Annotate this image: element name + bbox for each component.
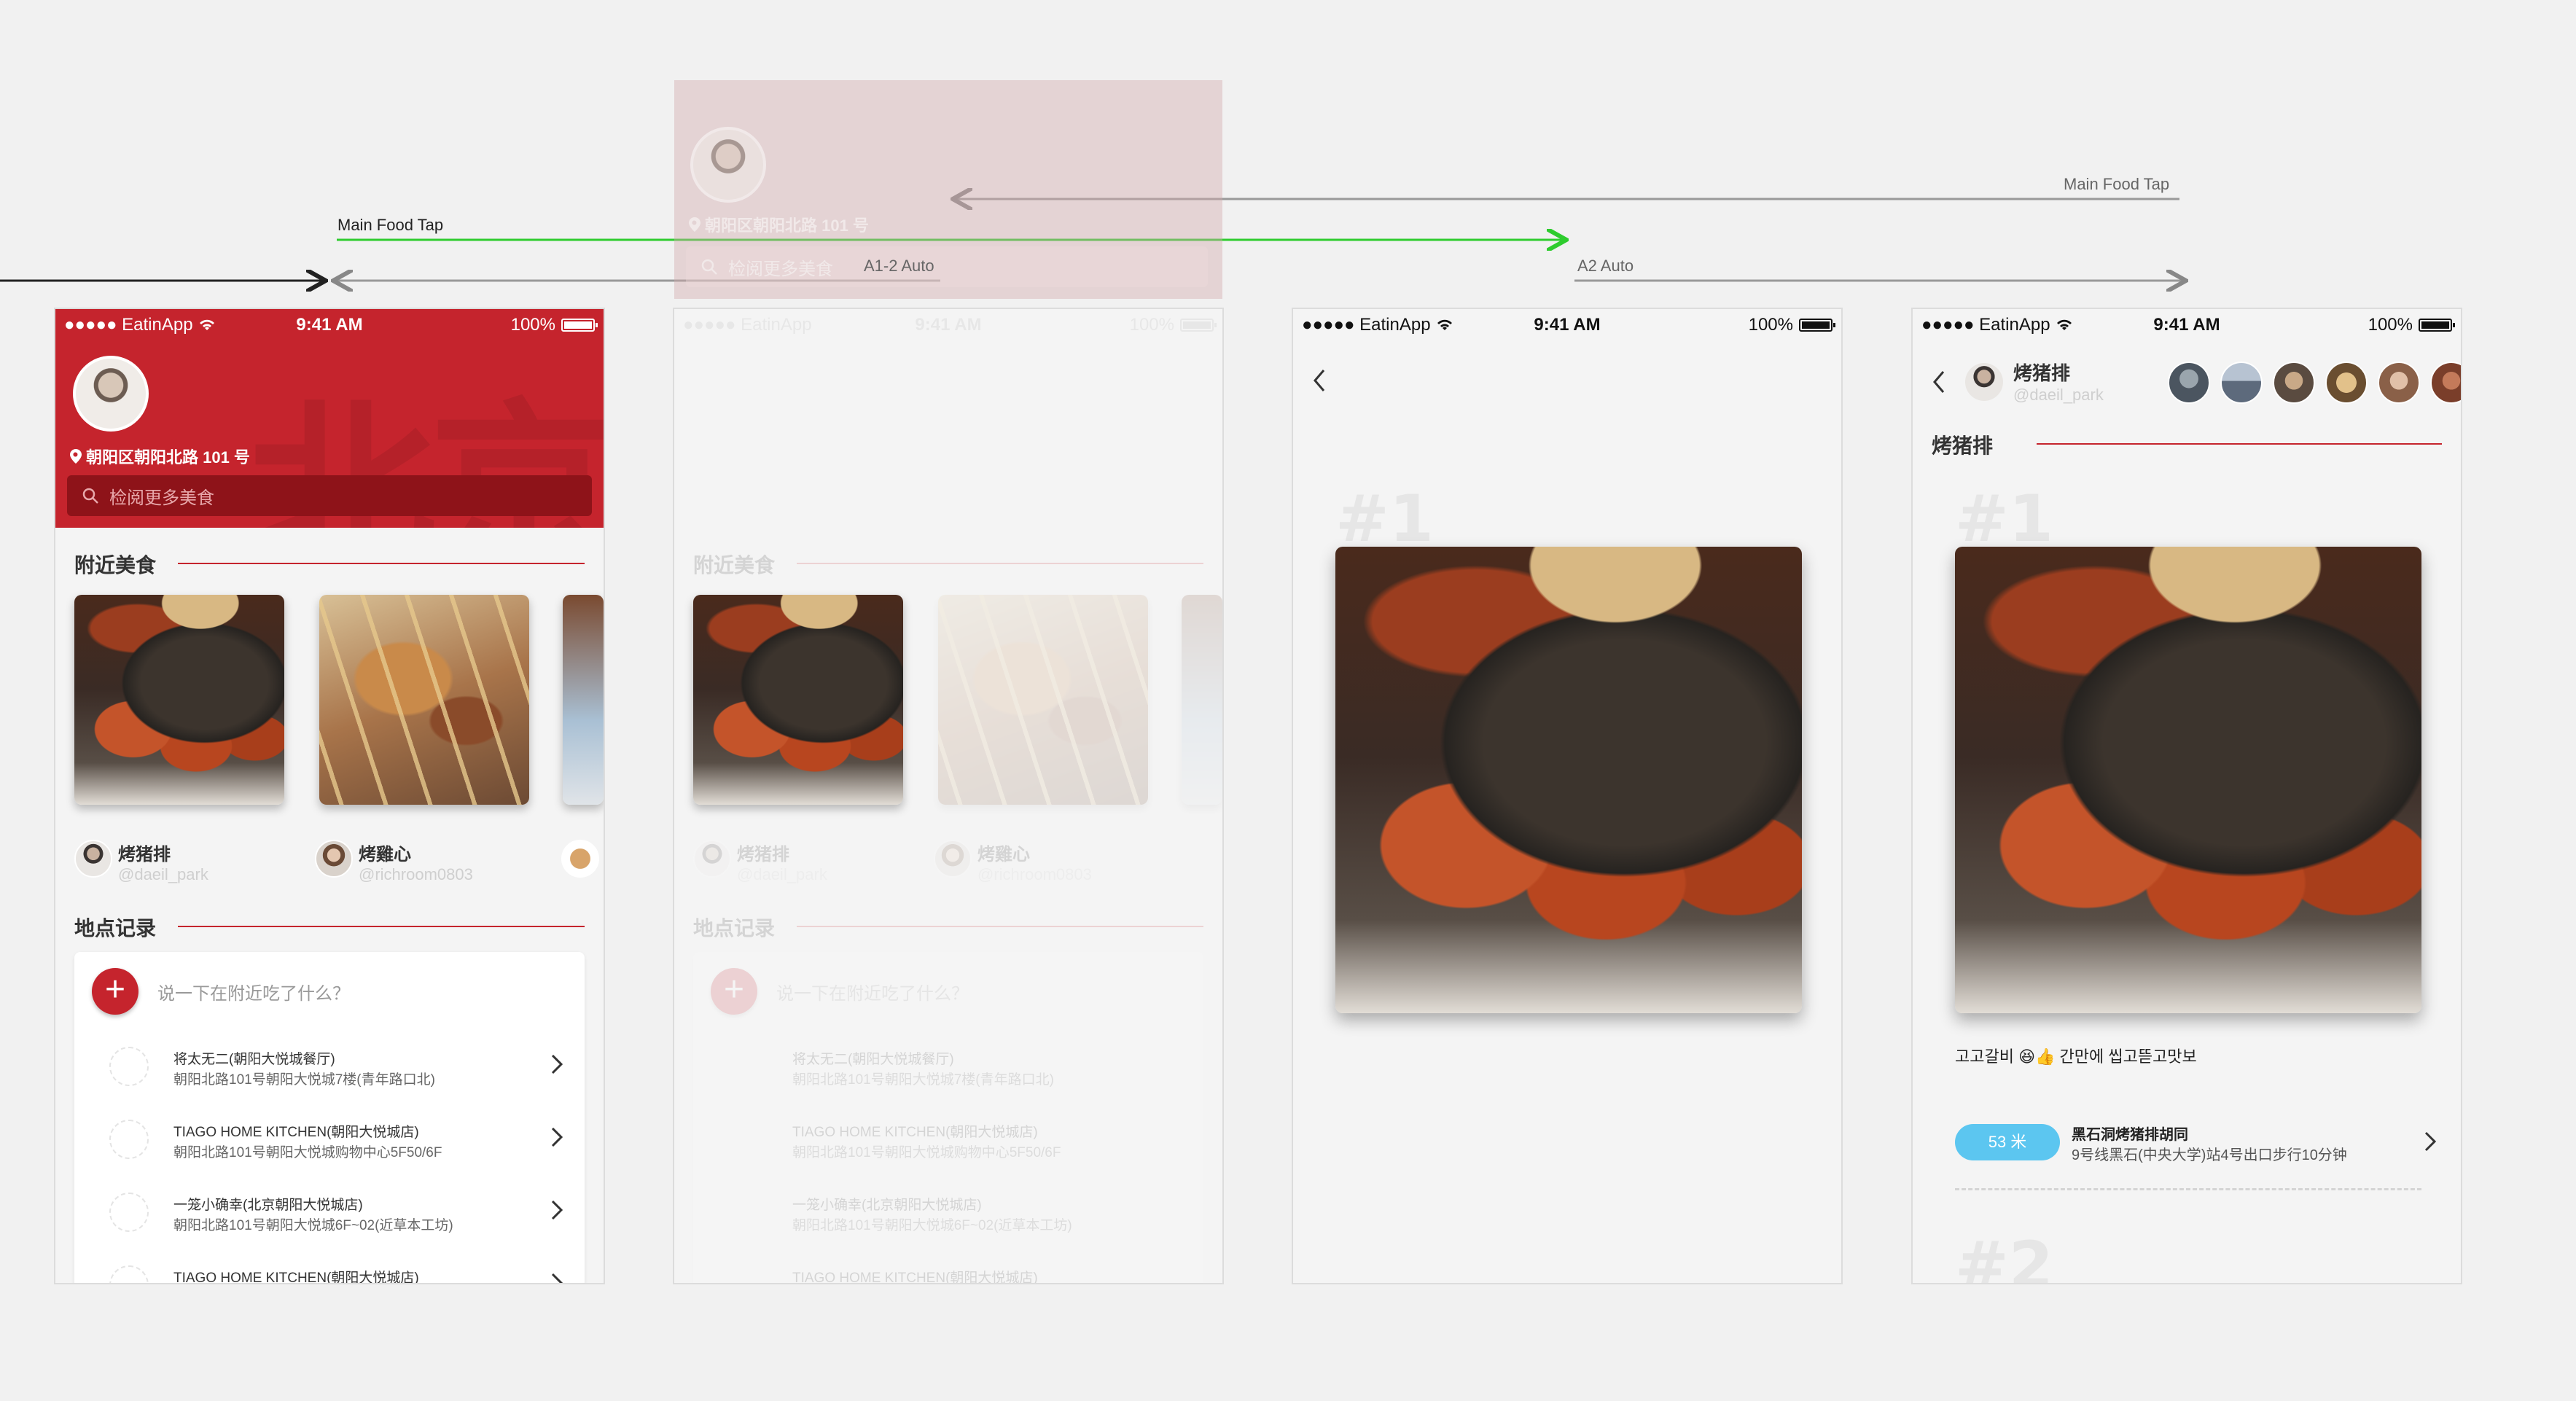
chevron-right-icon [551, 1273, 563, 1283]
search-input[interactable]: 检阅更多美食 [67, 475, 592, 516]
list-item[interactable]: TIAGO HOME KITCHEN(朝阳大悦城店) [92, 1257, 573, 1283]
place-record-card: + 说一下在附近吃了什么？ 将太无二(朝阳大悦城餐厅) 朝阳北路101号朝阳大悦… [74, 952, 585, 1283]
distance-badge: 53 米 [1955, 1124, 2060, 1160]
place-thumb [109, 1265, 149, 1283]
food-poster[interactable] [561, 840, 599, 878]
avatar [561, 840, 599, 878]
flow-label-main-tap-back: Main Food Tap [2064, 175, 2170, 193]
rank-number: #1 [1955, 481, 2053, 556]
food-card-pork[interactable] [74, 595, 284, 805]
food-poster[interactable]: 烤雞心 @richroom0803 [315, 840, 473, 884]
flow-label-main-tap: Main Food Tap [337, 216, 444, 234]
place-thumb [109, 1047, 149, 1086]
phone-photo-expand-screen: ●●●●● EatinApp 9:41 AM 100% #1 [1293, 309, 1841, 1283]
avatar[interactable] [2430, 362, 2461, 404]
battery-icon [1180, 319, 1217, 332]
rank-number: #2 [1955, 1228, 2053, 1283]
food-card-pork[interactable] [693, 595, 903, 805]
list-item[interactable]: 将太无二(朝阳大悦城餐厅) 朝阳北路101号朝阳大悦城7楼(青年路口北) [92, 1038, 573, 1096]
food-poster[interactable]: 烤猪排 @daeil_park [693, 840, 827, 884]
transition-ghost-header: 朝阳区朝阳北路 101 号 检阅更多美食 [674, 80, 1222, 299]
avatar[interactable] [2220, 362, 2263, 404]
avatar [74, 840, 112, 878]
avatar [934, 840, 972, 878]
chevron-right-icon [551, 1127, 563, 1147]
food-card-skewers[interactable] [938, 595, 1148, 805]
phone-detail-screen: ●●●●● EatinApp 9:41 AM 100% 烤猪排 @daeil_p… [1913, 309, 2461, 1283]
ghost-search-bar: 检阅更多美食 [686, 246, 1208, 287]
search-icon [701, 259, 717, 275]
list-item[interactable]: 将太无二(朝阳大悦城餐厅) 朝阳北路101号朝阳大悦城7楼(青年路口北) [711, 1038, 1192, 1096]
status-bar: ●●●●● EatinApp 9:41 AM 100% [1913, 309, 2461, 340]
food-card-partial[interactable] [563, 595, 604, 805]
add-record-button[interactable]: + [711, 968, 757, 1015]
status-bar: ●●●●● EatinApp 9:41 AM 100% [674, 309, 1222, 340]
place-thumb [109, 1120, 149, 1159]
chevron-right-icon [551, 1054, 563, 1074]
section-divider [797, 563, 1203, 564]
avatar[interactable] [2168, 362, 2210, 404]
chevron-right-icon [2424, 1131, 2437, 1152]
food-card-skewers[interactable] [319, 595, 529, 805]
records-section-title: 地点记录 [74, 916, 157, 940]
flow-label-a2: A2 Auto [1577, 257, 1634, 275]
search-icon [82, 488, 98, 504]
post-caption: 고고갈비 😆👍 간만에 씹고뜯고맛보 [1955, 1047, 2197, 1066]
section-divider [2037, 443, 2442, 445]
avatar[interactable] [73, 356, 149, 432]
ghost-avatar [690, 127, 766, 203]
back-arrow-icon[interactable] [1930, 369, 1946, 395]
avatar[interactable] [2273, 362, 2315, 404]
pin-icon [689, 217, 700, 232]
detail-header: 烤猪排 @daeil_park [1930, 359, 2104, 405]
pin-icon [70, 449, 82, 464]
status-bar: ●●●●● EatinApp 9:41 AM 100% [1293, 309, 1841, 340]
battery-icon [1799, 319, 1835, 332]
list-item[interactable]: TIAGO HOME KITCHEN(朝阳大悦城店) 朝阳北路101号朝阳大悦城… [711, 1111, 1192, 1169]
avatar [693, 840, 731, 878]
section-divider [178, 926, 585, 927]
liked-users-strip[interactable] [2168, 362, 2461, 404]
list-item[interactable]: 一笼小确幸(北京朝阳大悦城店) 朝阳北路101号朝阳大悦城6F~02(近草本工坊… [711, 1184, 1192, 1242]
avatar[interactable] [2325, 362, 2368, 404]
nearby-section-title: 附近美食 [693, 553, 776, 577]
phone-transition-screen: ●●●●● EatinApp 9:41 AM 100% 附近美食 烤猪排 @dae… [674, 309, 1222, 1283]
food-photo-large[interactable] [1955, 547, 2421, 1013]
status-bar: ●●●●● EatinApp 9:41 AM 100% [55, 309, 604, 340]
nearby-section-title: 附近美食 [74, 553, 157, 577]
food-poster[interactable]: 烤雞心 @richroom0803 [934, 840, 1092, 884]
dish-title: 烤猪排 [1932, 434, 1994, 458]
place-record-card: + 说一下在附近吃了什么？ 将太无二(朝阳大悦城餐厅) 朝阳北路101号朝阳大悦… [693, 952, 1203, 1283]
section-divider [178, 563, 585, 564]
record-prompt[interactable]: + 说一下在附近吃了什么？ [711, 968, 969, 1015]
add-record-button[interactable]: + [92, 968, 138, 1015]
list-item[interactable]: TIAGO HOME KITCHEN(朝阳大悦城店) 朝阳北路101号朝阳大悦城… [92, 1111, 573, 1169]
rank-number: #1 [1335, 481, 1434, 556]
phone-home-screen: 北京 ●●●●● EatinApp 9:41 AM 100% 朝阳区朝阳北路 1… [55, 309, 604, 1283]
records-section-title: 地点记录 [693, 916, 776, 940]
dashed-divider [1955, 1188, 2421, 1190]
restaurant-location-row[interactable]: 53 米 黑石洞烤猪排胡同 9号线黑石(中央大学)站4号出口步行10分钟 [1955, 1118, 2443, 1169]
food-card-partial[interactable] [1182, 595, 1222, 805]
back-arrow-icon[interactable] [1311, 367, 1327, 394]
home-header: 北京 ●●●●● EatinApp 9:41 AM 100% 朝阳区朝阳北路 1… [55, 309, 604, 528]
battery-icon [561, 319, 598, 332]
list-item[interactable]: 一笼小确幸(北京朝阳大悦城店) 朝阳北路101号朝阳大悦城6F~02(近草本工坊… [92, 1184, 573, 1242]
list-item[interactable]: TIAGO HOME KITCHEN(朝阳大悦城店) [711, 1257, 1192, 1283]
avatar[interactable] [2378, 362, 2420, 404]
flow-label-a1: A1-2 Auto [864, 257, 934, 275]
avatar[interactable] [1965, 362, 2003, 401]
current-address[interactable]: 朝阳区朝阳北路 101 号 [70, 445, 250, 468]
ghost-address: 朝阳区朝阳北路 101 号 [689, 213, 869, 236]
battery-icon [2419, 319, 2455, 332]
place-thumb [109, 1193, 149, 1232]
food-poster[interactable]: 烤猪排 @daeil_park [74, 840, 208, 884]
avatar [315, 840, 353, 878]
chevron-right-icon [551, 1200, 563, 1220]
record-prompt[interactable]: + 说一下在附近吃了什么？ [92, 968, 350, 1015]
section-divider [797, 926, 1203, 927]
food-photo-large[interactable] [1335, 547, 1802, 1013]
